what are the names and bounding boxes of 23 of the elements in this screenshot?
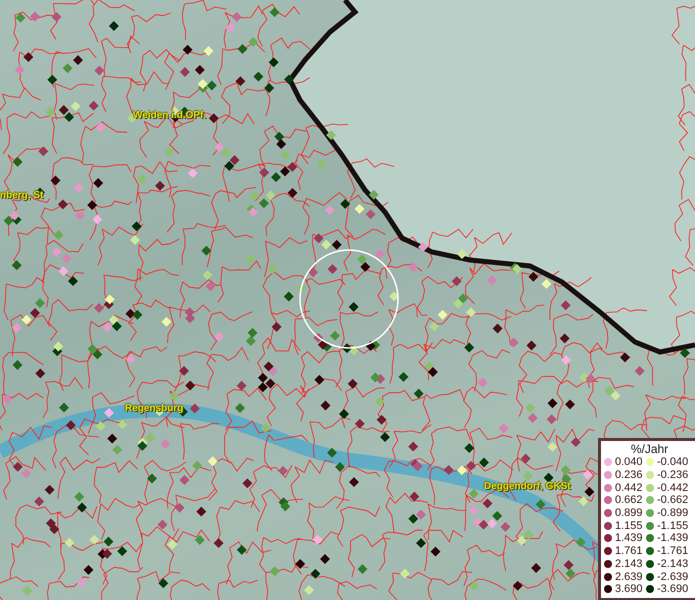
legend-value: 3.690	[615, 583, 643, 596]
legend-value: 0.442	[615, 482, 643, 494]
legend-value: -0.662	[657, 494, 688, 506]
legend-value: -1.439	[657, 532, 688, 544]
legend-value: 2.639	[615, 570, 643, 583]
legend-value: -0.899	[657, 507, 688, 520]
legend-value: -1.155	[657, 520, 688, 532]
legend-value: 1.155	[615, 520, 643, 532]
legend-value: 0.040	[615, 456, 643, 468]
legend-value: 1.761	[615, 545, 643, 558]
legend-value: -3.690	[657, 583, 688, 596]
legend-value: -1.761	[657, 545, 688, 558]
legend-value: 0.662	[615, 494, 643, 506]
legend-title: %/Jahr	[630, 442, 670, 456]
legend-value: -2.639	[657, 570, 688, 583]
legend-value: 0.236	[615, 469, 643, 482]
legend-value: -2.143	[657, 558, 688, 570]
legend-value: -0.236	[657, 469, 688, 482]
legend-value: 0.899	[615, 507, 643, 520]
legend-value: 1.439	[615, 532, 643, 544]
legend-value: 2.143	[615, 558, 643, 570]
legend-value: -0.442	[657, 482, 688, 494]
legend-value: -0.040	[657, 456, 688, 468]
